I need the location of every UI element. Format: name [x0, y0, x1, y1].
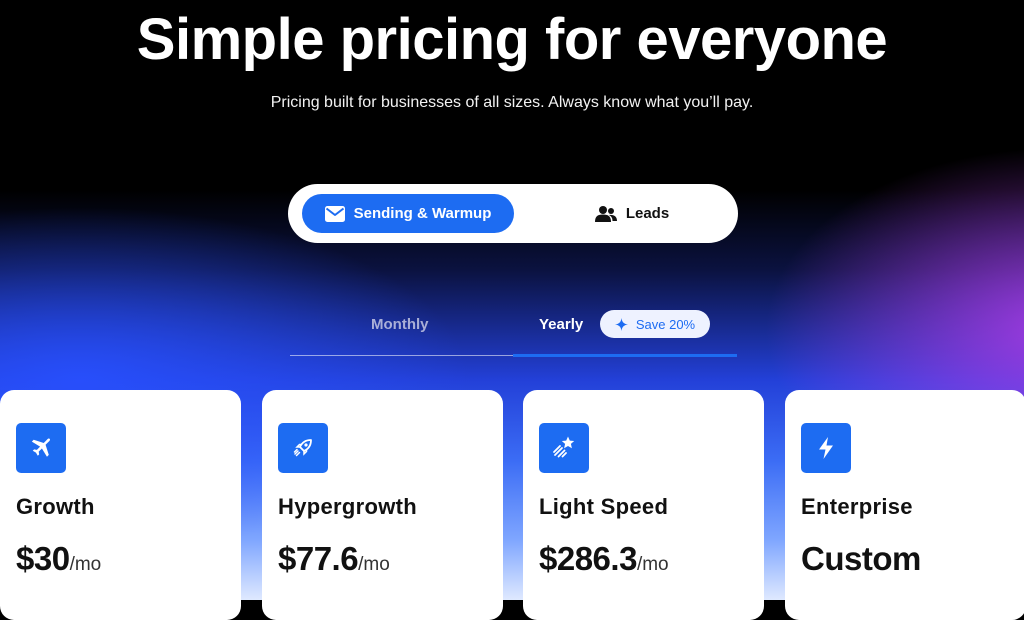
- sparkle-icon: [614, 317, 628, 331]
- price-amount: $286.3: [539, 540, 637, 577]
- plan-name: Growth: [16, 494, 95, 519]
- plan-price: $286.3/mo: [539, 540, 669, 578]
- plan-price: Custom: [801, 540, 921, 578]
- plan-card-light-speed[interactable]: Light Speed $286.3/mo: [523, 390, 764, 620]
- save-badge-label: Save 20%: [635, 316, 696, 332]
- plan-card-enterprise[interactable]: Enterprise Custom: [785, 390, 1024, 620]
- product-switch: Sending & Warmup Leads: [288, 184, 738, 243]
- plan-price: $30/mo: [16, 540, 101, 578]
- price-amount: Custom: [801, 540, 921, 577]
- tab-sending-warmup-label: Sending & Warmup: [353, 205, 492, 222]
- plan-card-growth[interactable]: Growth $30/mo: [0, 390, 241, 620]
- price-amount: $30: [16, 540, 70, 577]
- page-title: Simple pricing for everyone: [136, 7, 888, 72]
- rocket-icon: [278, 423, 328, 473]
- tab-leads[interactable]: Leads: [536, 194, 728, 233]
- lightning-icon: [801, 423, 851, 473]
- users-icon: [594, 205, 617, 223]
- save-badge: Save 20%: [600, 310, 710, 338]
- tab-monthly[interactable]: Monthly: [371, 316, 429, 333]
- tab-leads-label: Leads: [625, 205, 670, 222]
- plan-name: Light Speed: [539, 494, 669, 519]
- price-amount: $77.6: [278, 540, 359, 577]
- plan-name: Hypergrowth: [278, 494, 417, 519]
- plan-price: $77.6/mo: [278, 540, 390, 578]
- price-unit: /mo: [358, 554, 390, 575]
- airplane-icon: [16, 423, 66, 473]
- plan-name: Enterprise: [801, 494, 913, 519]
- billing-period-tabs: Monthly Yearly Save 20%: [290, 306, 737, 357]
- price-unit: /mo: [636, 554, 669, 575]
- page-subtitle: Pricing built for businesses of all size…: [270, 94, 754, 111]
- plan-card-hypergrowth[interactable]: Hypergrowth $77.6/mo: [262, 390, 503, 620]
- mail-icon: [324, 205, 345, 222]
- shooting-star-icon: [539, 423, 589, 473]
- price-unit: /mo: [69, 554, 102, 575]
- billing-active-indicator: [513, 354, 737, 357]
- tab-yearly[interactable]: Yearly: [539, 316, 583, 333]
- tab-sending-warmup[interactable]: Sending & Warmup: [302, 194, 514, 233]
